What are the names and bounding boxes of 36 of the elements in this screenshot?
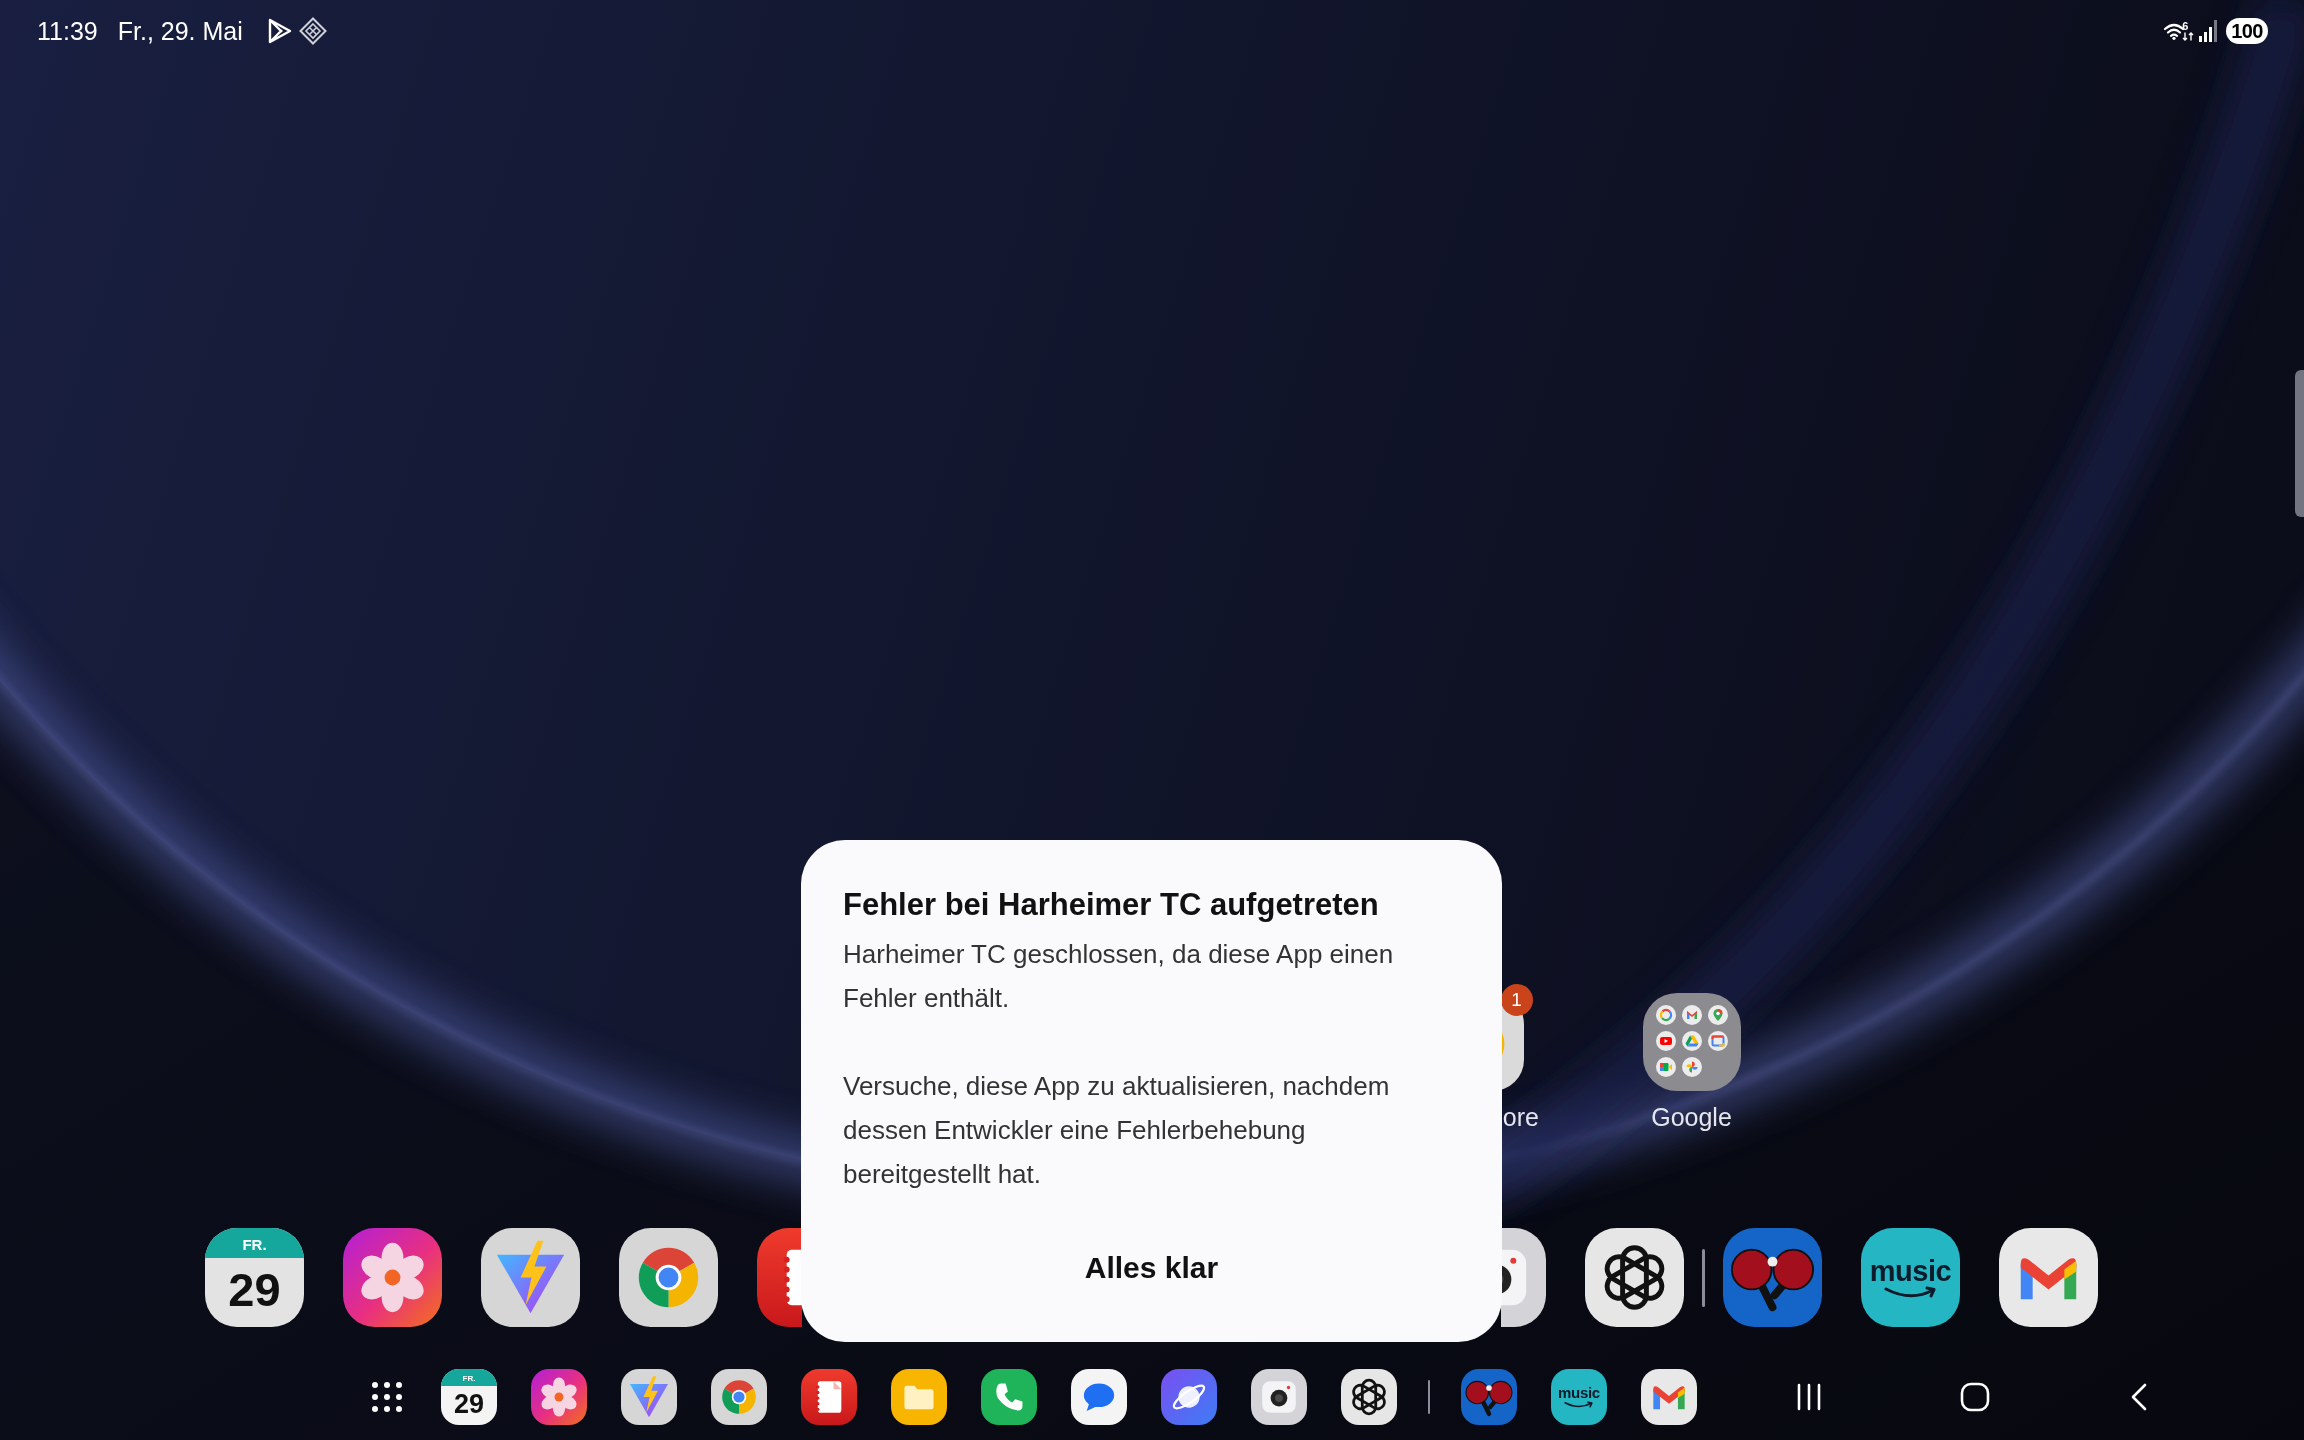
battery-indicator: 100 [2226, 18, 2268, 44]
video-camera-icon [1655, 1057, 1676, 1077]
app-label: ore [1502, 1102, 1539, 1132]
pinwheel-icon [1681, 1057, 1702, 1077]
flower-icon[interactable] [343, 1228, 442, 1327]
dialog-message: Harheimer TC geschlossen, da diese App einen Fehler enthält. [843, 938, 1395, 1015]
smile-arrow-icon [1883, 1285, 1938, 1300]
dialog-message: Versuche, diese App zu aktualisieren, nachdem dessen Entwickler eine Fehlerbehebung bereitgestellt hat. [843, 1070, 1391, 1191]
calendar-app-button[interactable]: FR. 29 [441, 1368, 497, 1425]
back-icon[interactable] [2131, 1382, 2147, 1411]
grid-menu-icon[interactable] [371, 1380, 403, 1413]
calendar-app-button[interactable]: FR. 29 [205, 1228, 304, 1327]
transfer-arrows-icon [2182, 32, 2195, 41]
wifi-icon [2163, 22, 2186, 40]
paddles-icon[interactable] [1723, 1228, 1822, 1327]
edge-panel-handle[interactable] [2295, 370, 2304, 517]
play-button-icon [1655, 1031, 1676, 1051]
home-icon[interactable] [1960, 1381, 1990, 1412]
music-app-button[interactable]: music [1551, 1368, 1607, 1425]
confirm-button[interactable]: Alles klar [1084, 1248, 1219, 1288]
diamond-icon [298, 17, 327, 45]
signal-icon [2199, 20, 2218, 42]
knot-icon[interactable] [1585, 1228, 1684, 1327]
envelope-icon[interactable] [1999, 1228, 2098, 1327]
multicolor-ring-icon [1655, 1005, 1676, 1025]
map-pin-icon [1707, 1005, 1728, 1025]
app-label: Google [1651, 1102, 1732, 1132]
status-time: 11:39 [37, 16, 98, 46]
app-folder[interactable] [1642, 993, 1741, 1091]
dialog-title: Fehler bei Harheimer TC aufgetreten [843, 886, 1380, 924]
envelope-icon [1681, 1005, 1702, 1025]
status-date: Fr., 29. Mai [117, 16, 243, 46]
smile-arrow-icon [1564, 1400, 1594, 1409]
recent-apps-icon[interactable] [1796, 1382, 1822, 1411]
music-app-button[interactable]: music [1861, 1228, 1960, 1327]
wifi-standard-label: 6 [2182, 21, 2189, 32]
